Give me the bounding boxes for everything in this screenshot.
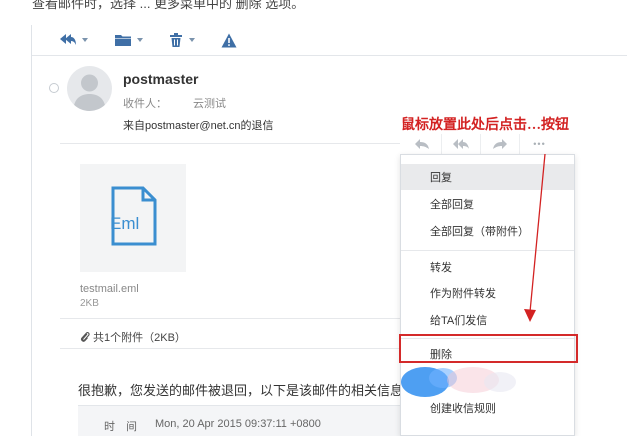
warning-icon (221, 33, 237, 47)
paperclip-icon (81, 332, 90, 342)
menu-item-forward-attach[interactable]: 作为附件转发 (401, 280, 574, 306)
frame-border (31, 25, 32, 436)
more-button[interactable]: ••• (520, 134, 559, 154)
attachment-summary: 共1个附件（2KB） (80, 329, 186, 345)
reply-all-icon (453, 139, 469, 149)
mail-action-row: ••• (403, 134, 561, 154)
user-icon (73, 74, 106, 111)
recipient-label: 收件人： (123, 98, 167, 110)
sender-name: postmaster (123, 71, 199, 87)
report-spam-button[interactable] (221, 29, 237, 51)
reply-all-button[interactable] (59, 29, 88, 51)
avatar (67, 66, 112, 111)
attachment-divider (60, 318, 400, 319)
chevron-down-icon (137, 38, 143, 42)
reply-all-icon (60, 34, 76, 45)
header-divider (60, 143, 400, 144)
menu-separator (401, 250, 574, 251)
top-caption: 查看邮件时，选择 ... 更多菜单中的 删除 选项。 (32, 0, 305, 11)
blurred-overlay (401, 367, 516, 397)
menu-item-reply[interactable]: 回复 (401, 164, 574, 190)
recipient-value[interactable]: 云测试 (193, 95, 226, 111)
chevron-down-icon (82, 38, 88, 42)
select-radio[interactable] (49, 83, 59, 93)
forward-icon (493, 139, 507, 149)
delete-toolbar-button[interactable] (168, 29, 195, 51)
more-icon: ••• (533, 139, 546, 149)
body-divider (60, 348, 400, 349)
delete-highlight-box (399, 334, 578, 363)
bounce-message: 很抱歉，您发送的邮件被退回，以下是该邮件的相关信息： (78, 383, 417, 398)
annotation-text: 鼠标放置此处后点击…按钮 (401, 118, 569, 133)
reply-button[interactable] (403, 134, 442, 154)
menu-item-reply-all[interactable]: 全部回复 (401, 191, 574, 217)
mail-toolbar (32, 25, 627, 56)
reply-all-action-button[interactable] (442, 134, 481, 154)
menu-item-mail-them[interactable]: 给TA们发信 (401, 307, 574, 333)
info-value: Mon, 20 Apr 2015 09:37:11 +0800 (155, 418, 321, 430)
info-key: 时 间 (104, 421, 137, 433)
attachment-summary-text: 共1个附件（2KB） (93, 332, 186, 344)
menu-item-forward[interactable]: 转发 (401, 254, 574, 280)
menu-item-reply-all-attach[interactable]: 全部回复（带附件） (401, 218, 574, 244)
reply-icon (415, 139, 429, 149)
forward-button[interactable] (481, 134, 520, 154)
attachment-name[interactable]: testmail.eml (80, 283, 139, 295)
move-folder-button[interactable] (114, 29, 143, 51)
chevron-down-icon (189, 38, 195, 42)
email-subject: 来自postmaster@net.cn的退信 (123, 120, 274, 132)
attachment-size: 2KB (80, 298, 99, 309)
eml-icon-label: Eml (110, 214, 140, 233)
folder-icon (115, 35, 131, 46)
trash-icon (170, 33, 182, 47)
